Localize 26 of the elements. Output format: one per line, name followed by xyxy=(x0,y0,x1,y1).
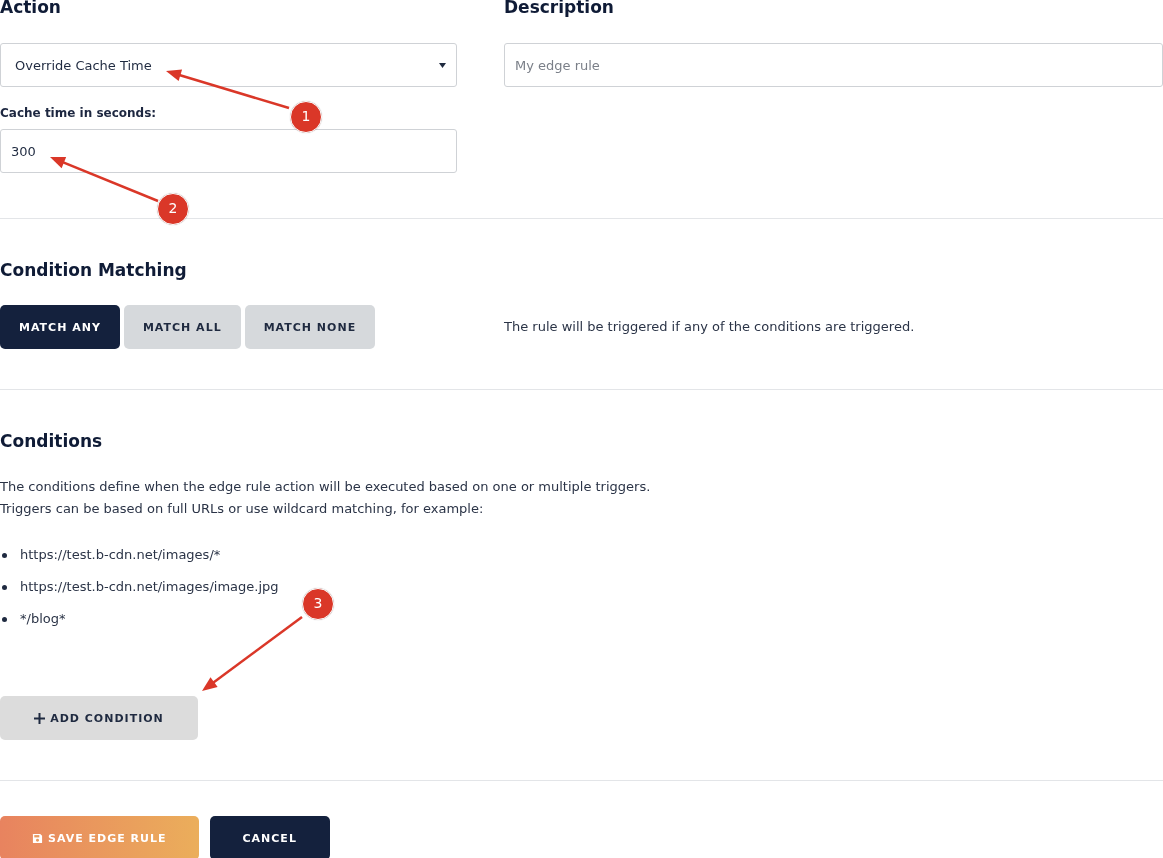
example-url: https://test.b-cdn.net/images/image.jpg xyxy=(20,578,279,596)
callout-badge: 1 xyxy=(290,101,322,133)
section-heading: Description xyxy=(504,0,614,17)
field-label: Cache time in seconds: xyxy=(0,105,157,122)
callout-badge: 3 xyxy=(302,588,334,620)
section-heading: Action xyxy=(0,0,61,17)
match-explanation: The rule will be triggered if any of the conditions are triggered. xyxy=(504,318,915,336)
match-option-button[interactable]: MATCH ALL xyxy=(123,305,241,349)
callout-badge: 2 xyxy=(157,193,189,225)
description-input[interactable]: My edge rule xyxy=(504,43,1163,87)
caret-icon xyxy=(439,62,446,68)
conditions-description: The conditions define when the edge rule action will be executed based on one or multiple triggers. Triggers can be based on full URLs or use wildcard matching, for example: xyxy=(0,478,651,518)
add-condition-button[interactable]: ADD CONDITION xyxy=(0,696,198,740)
match-option-button[interactable]: MATCH ANY xyxy=(0,305,120,349)
cache-time-input[interactable]: 300 xyxy=(0,129,457,173)
action-select[interactable]: Override Cache Time xyxy=(0,43,457,87)
bullet-icon xyxy=(2,552,7,558)
section-heading: Conditions xyxy=(0,431,103,451)
cancel-button[interactable]: CANCEL xyxy=(209,816,330,858)
example-url: https://test.b-cdn.net/images/* xyxy=(20,546,221,564)
match-option-button[interactable]: MATCH NONE xyxy=(244,305,376,349)
example-url: */blog* xyxy=(20,610,66,628)
bullet-icon xyxy=(2,616,7,622)
plus-icon xyxy=(34,712,46,724)
section-heading: Condition Matching xyxy=(0,260,187,280)
bullet-icon xyxy=(2,584,7,590)
